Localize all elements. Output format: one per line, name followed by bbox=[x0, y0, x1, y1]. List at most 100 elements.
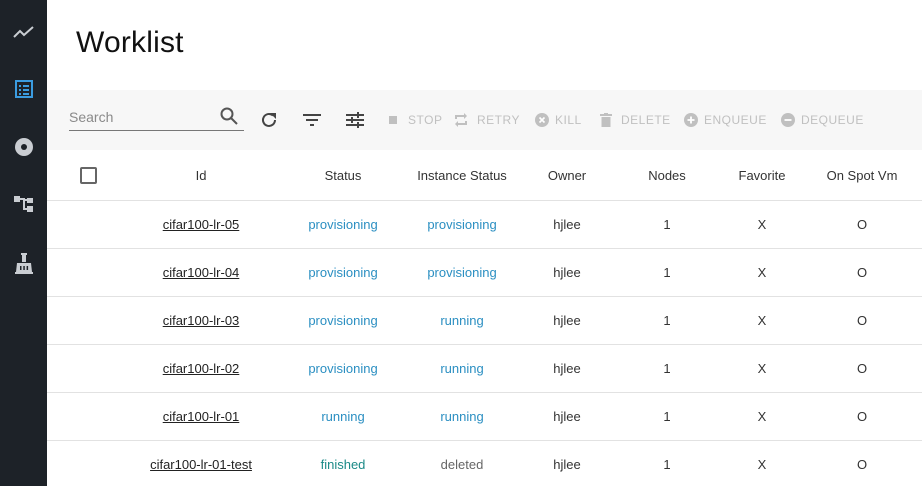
column-header-on-spot-vm[interactable]: On Spot Vm bbox=[807, 150, 917, 200]
status-cell: provisioning bbox=[308, 313, 378, 328]
page-title: Worklist bbox=[76, 26, 184, 59]
spot-vm-cell: O bbox=[856, 457, 868, 472]
nav-metrics[interactable] bbox=[0, 12, 47, 52]
instance-status-cell: running bbox=[440, 313, 484, 328]
dequeue-button[interactable]: DEQUEUE bbox=[781, 108, 864, 132]
column-header-owner[interactable]: Owner bbox=[527, 150, 607, 200]
table-row[interactable]: cifar100-lr-04 provisioning provisioning… bbox=[47, 249, 922, 297]
remove-circle-icon bbox=[781, 113, 795, 127]
status-cell: running bbox=[321, 409, 365, 424]
trash-icon bbox=[600, 113, 612, 127]
dequeue-label: DEQUEUE bbox=[801, 113, 864, 127]
delete-label: DELETE bbox=[621, 113, 671, 127]
job-id-link[interactable]: cifar100-lr-05 bbox=[163, 217, 240, 232]
search-input[interactable] bbox=[69, 105, 219, 129]
favorite-cell[interactable]: X bbox=[712, 201, 812, 248]
retry-label: RETRY bbox=[477, 113, 520, 127]
header-checkbox-cell bbox=[77, 150, 99, 200]
spot-vm-cell: O bbox=[856, 265, 868, 280]
nodes-cell: 1 bbox=[663, 409, 671, 424]
status-cell: provisioning bbox=[308, 361, 378, 376]
owner-cell: hjlee bbox=[553, 361, 581, 376]
filter-icon bbox=[303, 114, 321, 126]
spot-vm-cell: O bbox=[856, 313, 868, 328]
nodes-cell: 1 bbox=[663, 313, 671, 328]
delete-button[interactable]: DELETE bbox=[600, 108, 671, 132]
instance-status-cell: running bbox=[440, 361, 484, 376]
job-id-link[interactable]: cifar100-lr-01-test bbox=[150, 457, 252, 472]
status-cell: finished bbox=[320, 457, 366, 472]
filter-button[interactable] bbox=[303, 108, 321, 132]
search-icon[interactable] bbox=[220, 107, 238, 125]
owner-cell: hjlee bbox=[553, 265, 581, 280]
owner-cell: hjlee bbox=[553, 217, 581, 232]
column-header-nodes[interactable]: Nodes bbox=[627, 150, 707, 200]
main-content: Worklist Search STOP RETRY KILL DELETE E… bbox=[47, 0, 922, 486]
table-row[interactable]: cifar100-lr-02 provisioning running hjle… bbox=[47, 345, 922, 393]
nav-hierarchy[interactable] bbox=[0, 184, 47, 224]
favorite-cell[interactable]: X bbox=[712, 441, 812, 486]
status-cell: provisioning bbox=[308, 265, 378, 280]
worklist-table: Id Status Instance Status Owner Nodes Fa… bbox=[47, 150, 922, 486]
instance-status-cell: provisioning bbox=[427, 217, 497, 232]
favorite-cell[interactable]: X bbox=[712, 297, 812, 344]
job-id-link[interactable]: cifar100-lr-01 bbox=[163, 409, 240, 424]
owner-cell: hjlee bbox=[553, 313, 581, 328]
retry-icon bbox=[455, 113, 467, 127]
favorite-cell[interactable]: X bbox=[712, 393, 812, 440]
kill-label: KILL bbox=[555, 113, 582, 127]
instance-status-cell: running bbox=[440, 409, 484, 424]
kill-button[interactable]: KILL bbox=[535, 108, 582, 132]
favorite-cell[interactable]: X bbox=[712, 249, 812, 296]
nav-worklist[interactable] bbox=[0, 69, 47, 109]
search-box bbox=[69, 105, 244, 131]
enqueue-button[interactable]: ENQUEUE bbox=[684, 108, 767, 132]
job-id-link[interactable]: cifar100-lr-03 bbox=[163, 313, 240, 328]
refresh-button[interactable] bbox=[260, 108, 278, 132]
job-id-link[interactable]: cifar100-lr-02 bbox=[163, 361, 240, 376]
column-header-instance-status[interactable]: Instance Status bbox=[392, 150, 532, 200]
sidebar bbox=[0, 0, 47, 486]
list-icon bbox=[14, 80, 33, 98]
refresh-icon bbox=[262, 112, 276, 127]
toolbar: STOP RETRY KILL DELETE bbox=[47, 90, 922, 150]
select-all-checkbox[interactable] bbox=[79, 166, 97, 184]
stop-button[interactable]: STOP bbox=[388, 108, 442, 132]
spot-vm-cell: O bbox=[856, 361, 868, 376]
instance-status-cell: deleted bbox=[440, 457, 484, 472]
stop-icon bbox=[389, 116, 397, 124]
column-header-status[interactable]: Status bbox=[283, 150, 403, 200]
table-header: Id Status Instance Status Owner Nodes Fa… bbox=[47, 150, 922, 201]
spot-vm-cell: O bbox=[856, 409, 868, 424]
retry-button[interactable]: RETRY bbox=[454, 108, 520, 132]
job-id-link[interactable]: cifar100-lr-04 bbox=[163, 265, 240, 280]
nodes-cell: 1 bbox=[663, 457, 671, 472]
spot-vm-cell: O bbox=[856, 217, 868, 232]
nodes-cell: 1 bbox=[663, 217, 671, 232]
flask-icon bbox=[14, 253, 33, 274]
nodes-cell: 1 bbox=[663, 361, 671, 376]
nav-experiments[interactable] bbox=[0, 243, 47, 283]
instance-status-cell: provisioning bbox=[427, 265, 497, 280]
nodes-cell: 1 bbox=[663, 265, 671, 280]
column-header-favorite[interactable]: Favorite bbox=[712, 150, 812, 200]
nav-storage[interactable] bbox=[0, 127, 47, 167]
columns-button[interactable] bbox=[346, 108, 364, 132]
disc-icon bbox=[14, 138, 33, 156]
table-row[interactable]: cifar100-lr-03 provisioning running hjle… bbox=[47, 297, 922, 345]
status-cell: provisioning bbox=[308, 217, 378, 232]
owner-cell: hjlee bbox=[553, 457, 581, 472]
tune-icon bbox=[346, 112, 364, 128]
cancel-icon bbox=[535, 113, 549, 127]
stop-label: STOP bbox=[408, 113, 443, 127]
column-header-id[interactable]: Id bbox=[131, 150, 271, 200]
table-row[interactable]: cifar100-lr-01 running running hjlee 1 X… bbox=[47, 393, 922, 441]
add-circle-icon bbox=[684, 113, 698, 127]
table-row[interactable]: cifar100-lr-05 provisioning provisioning… bbox=[47, 201, 922, 249]
trending-up-icon bbox=[12, 26, 34, 38]
hierarchy-icon bbox=[13, 196, 33, 212]
table-row[interactable]: cifar100-lr-01-test finished deleted hjl… bbox=[47, 441, 922, 486]
owner-cell: hjlee bbox=[553, 409, 581, 424]
favorite-cell[interactable]: X bbox=[712, 345, 812, 392]
enqueue-label: ENQUEUE bbox=[704, 113, 767, 127]
